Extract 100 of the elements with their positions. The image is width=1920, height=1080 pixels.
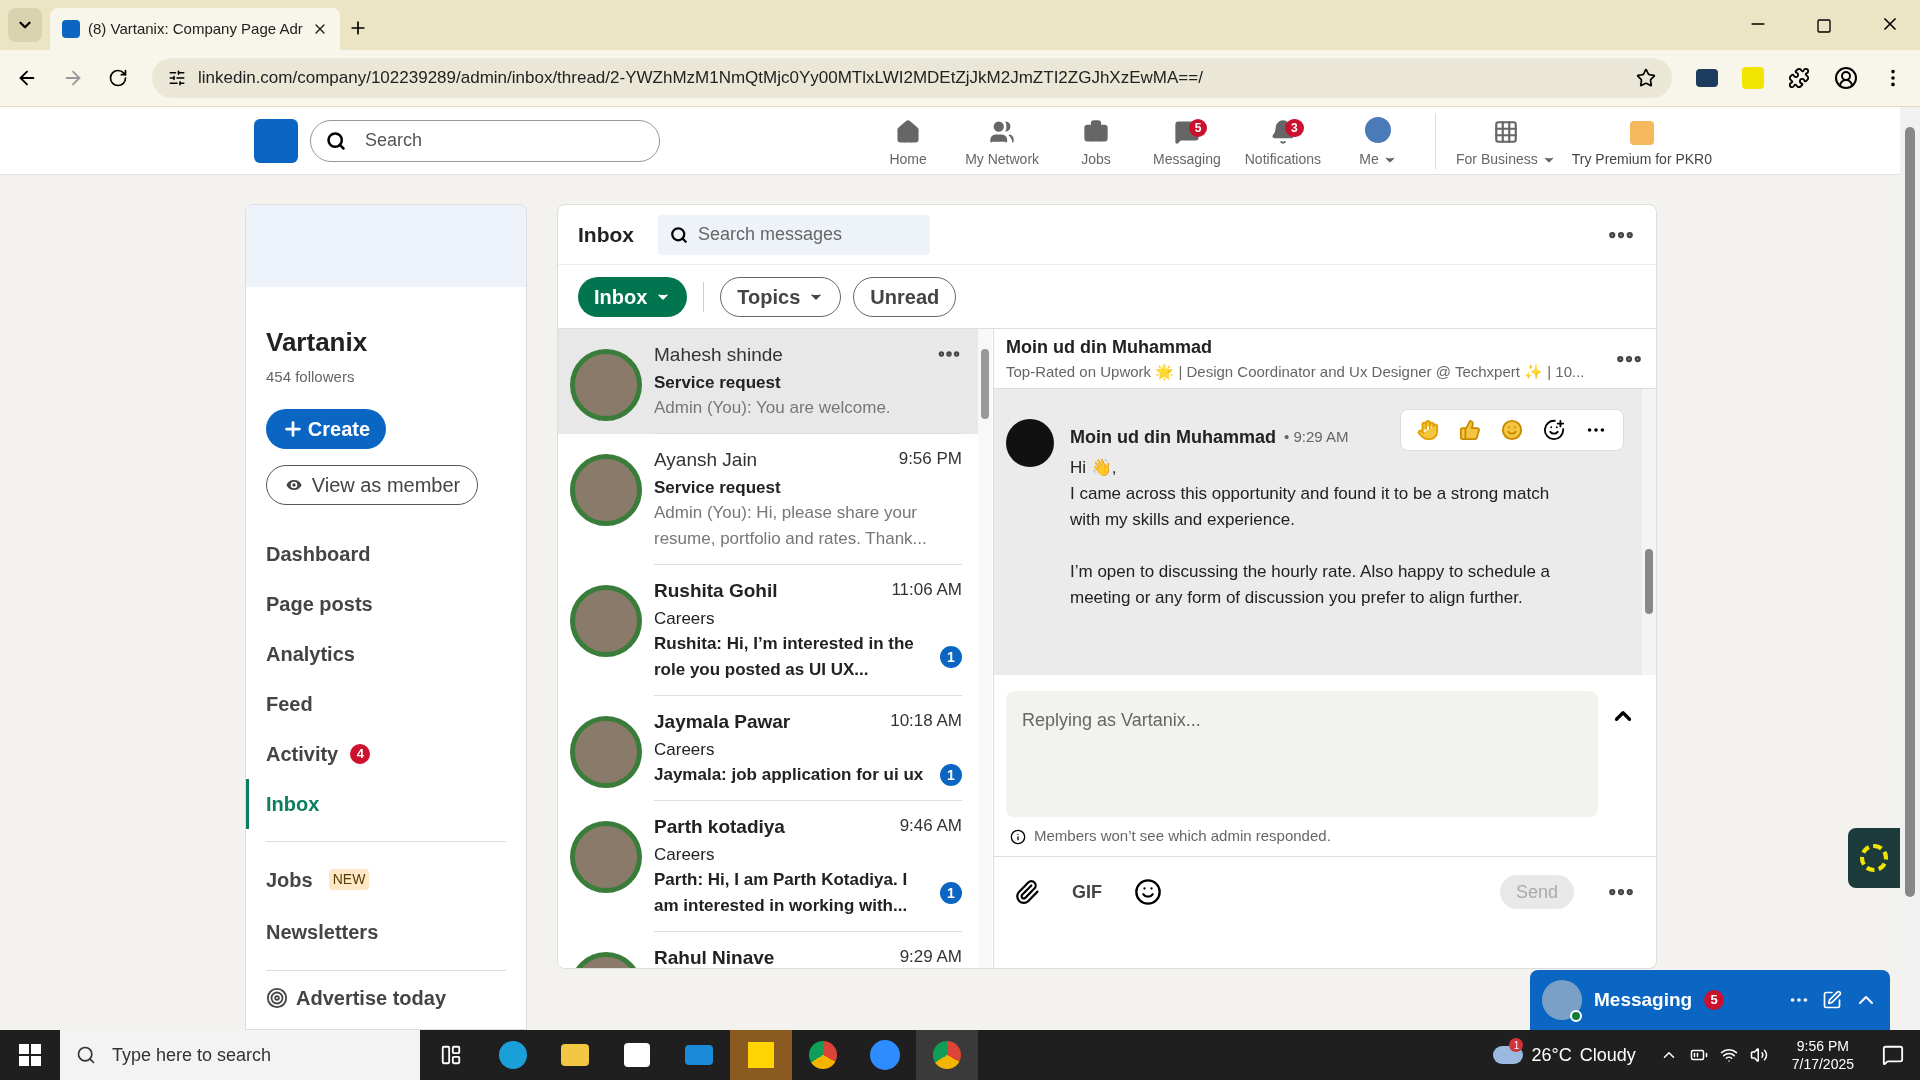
message-preview: Jaymala: job application for ui ux xyxy=(654,764,925,786)
message-preview: Admin (You): You are welcome. xyxy=(654,397,892,419)
bookmark-star-icon[interactable] xyxy=(1636,68,1656,88)
address-bar[interactable]: linkedin.com/company/102239289/admin/inbox/thread/2-YWZhMzM1NmQtMjc0Yy00MTlxLWI2MDEtZjJkM2JmZTI2ZGJhXzEwMA==/ xyxy=(152,58,1672,98)
contact-name: Moin ud din Muhammad xyxy=(1006,335,1213,359)
smile-icon[interactable] xyxy=(1501,419,1523,441)
extensions-icon[interactable] xyxy=(1788,67,1810,89)
sidebar-nav-link[interactable]: Activity 4 xyxy=(246,728,526,779)
taskbar-search-field[interactable]: Type here to search xyxy=(60,1030,420,1080)
info-icon xyxy=(1010,828,1026,845)
conversation-topic: Careers xyxy=(654,738,716,761)
message-time: 9:46 AM xyxy=(899,815,962,837)
followers-count: 454 followers xyxy=(266,367,356,387)
nav-me-link[interactable]: Me xyxy=(1333,115,1423,170)
extension-icon[interactable] xyxy=(1696,69,1718,87)
message-time: 11:06 AM xyxy=(891,579,962,601)
message-text: I’m open to discussing the hourly rate. Also happy to schedule a meeting or any form of discussion you prefer to align further. xyxy=(1070,561,1552,609)
thumbs-up-icon[interactable] xyxy=(1459,419,1481,441)
wifi-icon xyxy=(1719,1046,1738,1064)
premium-link[interactable]: Try Premium for PKR0 xyxy=(1563,107,1720,174)
site-settings-icon xyxy=(168,69,186,87)
message-time: • 9:29 AM xyxy=(1284,426,1349,447)
advertise-link[interactable]: Advertise today xyxy=(246,982,526,1013)
message-time: 10:18 AM xyxy=(890,710,962,732)
sidebar-nav-link[interactable]: Page posts xyxy=(246,578,526,629)
profile-icon[interactable] xyxy=(1834,66,1858,90)
message-text: I came across this opportunity and found it to be a strong match with my skills and experience. xyxy=(1070,483,1551,531)
compose-icon[interactable] xyxy=(1822,990,1842,1010)
clock-time: 9:56 PM xyxy=(1796,1037,1849,1055)
sidebar-nav-link[interactable]: Dashboard xyxy=(246,528,526,579)
contact-name: Mahesh shinde xyxy=(654,343,783,367)
conversation-topic: Service request xyxy=(654,371,782,394)
contact-name: Rahul Ninave xyxy=(654,946,775,968)
network-icon xyxy=(989,119,1016,145)
gif-button[interactable]: GIF xyxy=(1072,878,1102,906)
create-button[interactable]: Create xyxy=(266,408,386,449)
contact-name: Jaymala Pawar xyxy=(654,710,791,734)
reply-field[interactable]: Replying as Vartanix... xyxy=(1006,691,1598,817)
sidebar-nav-link[interactable]: Newsletters xyxy=(246,905,526,958)
task-view-icon[interactable] xyxy=(440,1044,462,1066)
contact-name: Rushita Gohil xyxy=(654,579,778,603)
grid-icon xyxy=(1492,119,1519,145)
browser-tab[interactable]: (8) Vartanix: Company Page Adr xyxy=(50,8,340,50)
search-icon xyxy=(326,130,346,151)
linkedin-logo-icon xyxy=(62,20,80,38)
conversation-topic: Careers xyxy=(654,607,716,630)
floating-app-icon[interactable] xyxy=(1848,828,1900,888)
avatar-placeholder xyxy=(1006,419,1054,467)
messaging-title: Messaging xyxy=(1594,987,1693,1012)
reload-icon[interactable] xyxy=(108,68,128,88)
contact-headline: Top-Rated on Upwork 🌟 | Design Coordinator and Ux Designer @ Techxpert ✨ | 10... xyxy=(1006,361,1586,383)
linkedin-logo-icon[interactable] xyxy=(254,118,298,163)
notification-badge: 1 xyxy=(1509,1038,1524,1052)
notification-badge: 4 xyxy=(350,743,371,764)
sidebar-nav-link[interactable]: Analytics xyxy=(246,628,526,679)
attach-icon[interactable] xyxy=(1014,879,1040,905)
maximize-icon[interactable] xyxy=(1816,18,1832,34)
sidebar-nav-link[interactable]: Feed xyxy=(246,678,526,729)
sticky-notes-icon[interactable] xyxy=(730,1030,792,1080)
nav-messaging-link[interactable]: Messaging 5 xyxy=(1141,115,1233,170)
sidebar-nav-link[interactable]: Inbox xyxy=(246,778,526,829)
contact-name: Ayansh Jain xyxy=(654,448,758,472)
search-messages-field[interactable]: Search messages xyxy=(658,214,930,255)
sidebar-nav-link[interactable]: Jobs NEW xyxy=(246,853,526,906)
nav-home-link[interactable]: Home xyxy=(863,115,954,170)
nav-network-link[interactable]: My Network xyxy=(953,115,1052,170)
message-time: 9:29 AM xyxy=(899,946,962,968)
add-reaction-icon[interactable] xyxy=(1543,419,1565,441)
unread-count-badge: 1 xyxy=(940,646,962,668)
filter-pill[interactable]: Inbox xyxy=(578,276,688,317)
nav-notifications-link[interactable]: Notifications 3 xyxy=(1232,115,1333,170)
for-business-menu[interactable]: For Business xyxy=(1448,107,1564,174)
conversation-topic: Careers xyxy=(654,843,716,866)
volume-icon xyxy=(1749,1046,1768,1064)
page-name: Vartanix xyxy=(266,326,369,359)
nav-jobs-link[interactable]: Jobs xyxy=(1051,115,1142,170)
premium-icon xyxy=(1629,121,1654,145)
tab-list-button[interactable] xyxy=(8,8,42,42)
conversation-item[interactable]: Mahesh shinde Service request Admin (You): You are welcome. xyxy=(558,329,978,434)
chrome-icon[interactable] xyxy=(916,1030,978,1080)
emoji-icon[interactable] xyxy=(1134,878,1162,906)
message-time: 9:56 PM xyxy=(898,448,962,470)
target-icon xyxy=(266,986,288,1009)
search-field[interactable]: Search xyxy=(310,119,660,162)
message-preview: Rushita: Hi, I’m interested in the role you posted as UI UX... xyxy=(654,633,915,681)
messaging-bar[interactable]: Messaging 5 xyxy=(1530,970,1890,1030)
inbox-title: Inbox xyxy=(578,221,634,248)
temperature: 26°C xyxy=(1531,1043,1572,1067)
unread-count-badge: 1 xyxy=(940,764,962,786)
sender-name: Moin ud din Muhammad xyxy=(1070,425,1276,449)
contact-name: Parth kotadiya xyxy=(654,815,785,839)
message-preview: Parth: Hi, I am Parth Kotadiya. I am interested in working with... xyxy=(654,869,909,917)
notifications-icon[interactable] xyxy=(1882,1044,1904,1066)
conversation-topic: Service request xyxy=(654,476,782,499)
unread-count-badge: 1 xyxy=(940,882,962,904)
notification-badge: 5 xyxy=(1704,990,1725,1010)
admin-notice: Members won’t see which admin responded. xyxy=(1034,826,1331,847)
avatar-placeholder xyxy=(1542,980,1582,1020)
clock-date: 7/17/2025 xyxy=(1791,1055,1854,1073)
new-tag: NEW xyxy=(328,869,370,890)
